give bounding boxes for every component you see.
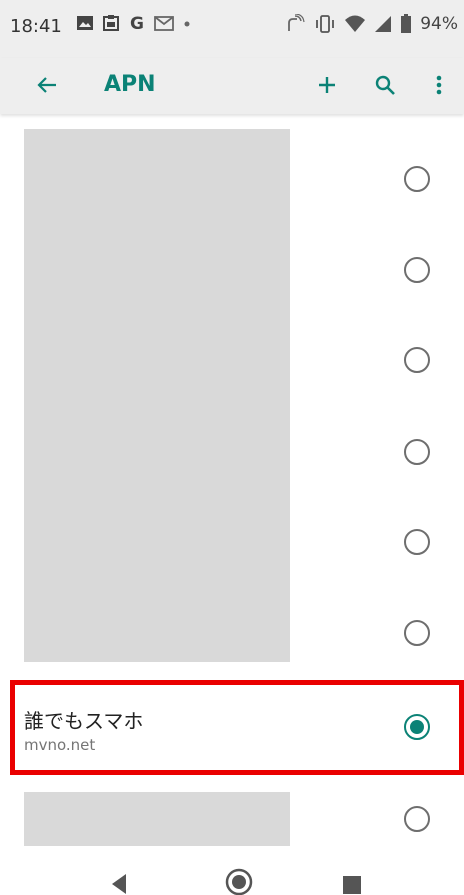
apn-radio-3[interactable]: [404, 347, 430, 373]
app-bar: APN: [0, 58, 464, 114]
signal-icon: [374, 14, 392, 34]
clipboard-icon: [102, 14, 120, 32]
back-triangle-icon[interactable]: [110, 873, 128, 895]
search-button[interactable]: [368, 68, 402, 102]
add-icon: [319, 77, 335, 93]
svg-text:G: G: [130, 14, 144, 32]
recent-square-icon[interactable]: [342, 875, 362, 895]
battery-icon: [400, 14, 412, 34]
redacted-apn-names: [24, 129, 290, 662]
status-bar: 18:41 G 94%: [0, 0, 464, 58]
search-icon: [375, 75, 395, 95]
apn-settings-screen: 18:41 G 94% APN 誰でもスマホ mvno.net: [0, 0, 464, 895]
google-icon: G: [128, 14, 146, 32]
add-apn-button[interactable]: [310, 68, 344, 102]
dot-icon: [182, 14, 192, 32]
apn-radio-selected[interactable]: [404, 714, 430, 740]
back-button[interactable]: [30, 68, 64, 102]
redacted-apn-name-last: [24, 792, 290, 846]
page-title: APN: [104, 72, 156, 97]
navigation-bar: [0, 859, 464, 895]
notification-icons: G: [76, 14, 192, 32]
status-time: 18:41: [10, 16, 62, 37]
gmail-icon: [154, 14, 174, 32]
apn-radio-4[interactable]: [404, 439, 430, 465]
wifi-icon: [344, 14, 366, 34]
apn-radio-1[interactable]: [404, 166, 430, 192]
apn-radio-6[interactable]: [404, 620, 430, 646]
home-circle-icon[interactable]: [224, 867, 254, 895]
battery-percentage: 94%: [420, 14, 458, 34]
apn-radio-5[interactable]: [404, 529, 430, 555]
system-icons: 94%: [286, 14, 458, 34]
more-options-button[interactable]: [422, 68, 456, 102]
arrow-back-icon: [37, 77, 56, 93]
nfc-icon: [286, 14, 306, 34]
vibrate-icon: [314, 14, 336, 34]
apn-address: mvno.net: [24, 736, 96, 754]
apn-radio-2[interactable]: [404, 257, 430, 283]
apn-radio-8[interactable]: [404, 806, 430, 832]
apn-name: 誰でもスマホ: [24, 709, 144, 733]
image-icon: [76, 14, 94, 32]
more-vert-icon: [436, 75, 442, 95]
